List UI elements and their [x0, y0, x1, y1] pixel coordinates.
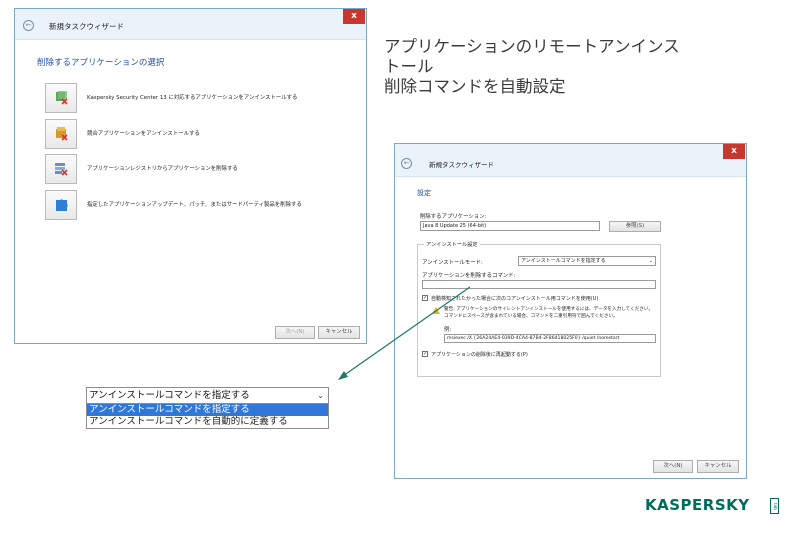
window-title-bar: ← 新規タスクウィザード x — [15, 9, 366, 40]
kaspersky-lab-badge: lab — [770, 498, 779, 514]
dropdown-option-specify[interactable]: アンインストールコマンドを指定する — [87, 404, 328, 416]
warning-text-1: 警告: アプリケーションのサイレントアンインストールを使用するには、データを入力… — [444, 307, 654, 312]
headline-line-2: トール — [384, 57, 434, 76]
example-label: 例: — [444, 327, 452, 333]
option-label: Kaspersky Security Center 13 に対応するアプリケーシ… — [87, 95, 298, 101]
headline-line-1: アプリケーションのリモートアンインス — [384, 37, 680, 56]
option-remove-from-registry[interactable]: アプリケーションレジストリからアプリケーションを削除する — [45, 154, 360, 184]
next-button[interactable]: 次へ(N) — [653, 460, 693, 473]
headline-line-3: 削除コマンドを自動設定 — [384, 77, 566, 96]
box-conflict-icon[interactable] — [45, 119, 77, 149]
back-arrow-icon[interactable]: ← — [401, 158, 412, 169]
option-label: アプリケーションレジストリからアプリケーションを削除する — [87, 166, 238, 172]
dropdown-list: アンインストールコマンドを指定する アンインストールコマンドを自動的に定義する — [86, 404, 329, 429]
browse-button[interactable]: 参照(S) — [609, 221, 661, 232]
package-remove-icon[interactable] — [45, 83, 77, 113]
chevron-down-icon[interactable]: ⌄ — [317, 388, 324, 403]
warning-text-2: コマンドにスペースが含まれている場合、コマンドを二重引用符で囲んでください。 — [444, 314, 618, 319]
uninstall-wizard-window-2: ← 新規タスクウィザード x 設定 削除するアプリケーション: Java 8 U… — [394, 143, 747, 479]
close-button[interactable]: x — [343, 9, 365, 24]
cancel-button[interactable]: キャンセル — [318, 326, 360, 339]
option-remove-updates-patches[interactable]: 指定したアプリケーションアップデート、パッチ、またはサードパーティ製品を削除する — [45, 190, 360, 220]
auto-detect-checkbox[interactable]: ✓ — [422, 295, 428, 301]
registry-remove-icon[interactable] — [45, 154, 77, 184]
window-title-bar: ← 新規タスクウィザード x — [395, 144, 746, 177]
group-title: アンインストール設定 — [424, 241, 480, 248]
auto-detect-label: 自動検知されたかった場合に次のコアンインストール用コマンドを使用(U) — [431, 296, 599, 302]
next-button[interactable]: 次へ(N) — [275, 326, 315, 339]
cancel-button[interactable]: キャンセル — [697, 460, 739, 473]
mode-select-value: アンインストールコマンドを指定する — [521, 258, 606, 264]
app-label: 削除するアプリケーション: — [420, 214, 487, 220]
mode-select[interactable]: アンインストールコマンドを指定する ⌄ — [518, 256, 656, 266]
option-uninstall-ksc-apps[interactable]: Kaspersky Security Center 13 に対応するアプリケーシ… — [45, 83, 360, 113]
kaspersky-logo: KASPERSKY — [645, 496, 750, 514]
window-title: 新規タスクウィザード — [49, 22, 124, 31]
dropdown-selected-value: アンインストールコマンドを指定する — [89, 390, 250, 401]
option-label: 競合アプリケーションをアンインストールする — [87, 131, 200, 137]
example-field: msiexec /X {26A24AE4-039D-4CA4-87B4-2F86… — [444, 334, 656, 343]
restart-label: アプリケーションの削除後に再起動する(P) — [431, 352, 528, 358]
slide-headline: アプリケーションのリモートアンインス トール 削除コマンドを自動設定 — [384, 37, 764, 97]
dropdown-option-auto[interactable]: アンインストールコマンドを自動的に定義する — [87, 416, 328, 428]
command-input[interactable] — [422, 280, 656, 289]
warning-icon — [432, 307, 440, 314]
close-button[interactable]: x — [723, 144, 745, 159]
command-label: アプリケーションを削除するコマンド: — [422, 273, 516, 279]
uninstall-wizard-window-1: ← 新規タスクウィザード x 削除するアプリケーションの選択 Kaspersky… — [14, 8, 367, 344]
arrowhead-icon — [338, 371, 348, 380]
restart-checkbox[interactable]: ✓ — [422, 351, 428, 357]
section-title: 設定 — [417, 189, 431, 197]
uninstall-settings-group: アンインストール設定 アンインストールモード: アンインストールコマンドを指定す… — [417, 241, 661, 377]
back-arrow-icon[interactable]: ← — [23, 20, 34, 31]
window-title: 新規タスクウィザード — [429, 161, 494, 169]
mode-dropdown-zoom: アンインストールコマンドを指定する ⌄ アンインストールコマンドを指定する アン… — [86, 387, 329, 429]
mode-label: アンインストールモード: — [422, 260, 483, 266]
option-uninstall-conflicting-apps[interactable]: 競合アプリケーションをアンインストールする — [45, 119, 360, 149]
option-label: 指定したアプリケーションアップデート、パッチ、またはサードパーティ製品を削除する — [87, 202, 302, 208]
section-title: 削除するアプリケーションの選択 — [37, 58, 165, 68]
puzzle-update-icon[interactable] — [45, 190, 77, 220]
app-field[interactable]: Java 8 Update 25 (64-bit) — [420, 221, 600, 231]
dropdown-selected[interactable]: アンインストールコマンドを指定する ⌄ — [86, 387, 329, 404]
chevron-down-icon: ⌄ — [648, 258, 653, 264]
